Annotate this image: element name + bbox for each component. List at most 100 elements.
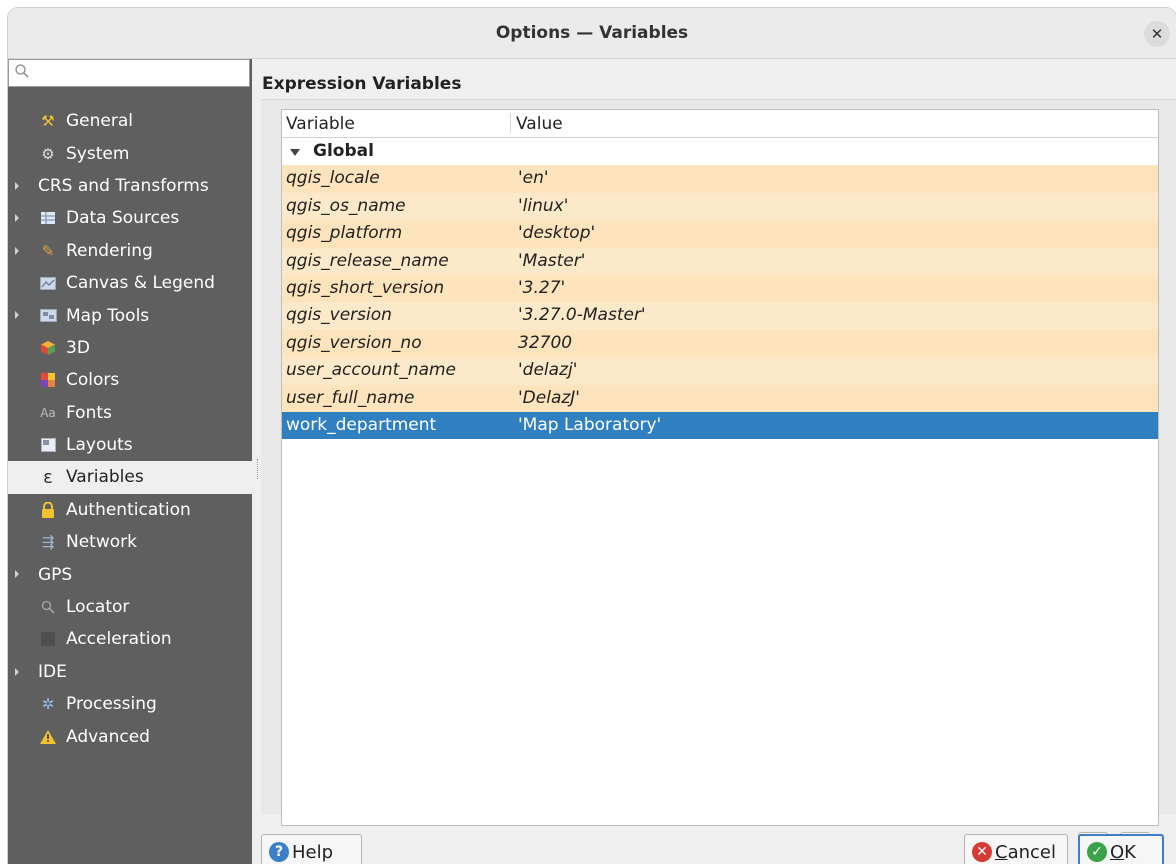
sidebar-item-label: Processing bbox=[66, 694, 157, 715]
sidebar-item-label: IDE bbox=[38, 661, 67, 682]
sidebar-item-data-sources[interactable]: Data Sources bbox=[8, 202, 252, 234]
table-row[interactable]: qgis_version '3.27.0-Master' bbox=[282, 302, 1158, 330]
map-tools-icon bbox=[38, 307, 58, 325]
table-row[interactable]: qgis_version_no 32700 bbox=[282, 329, 1158, 358]
variable-cell: user_account_name bbox=[286, 360, 457, 381]
sidebar-item-crs-and-transforms[interactable]: CRS and Transforms bbox=[8, 170, 252, 202]
cancel-icon: ✕ bbox=[972, 842, 992, 862]
variable-cell: qgis_os_name bbox=[286, 195, 406, 216]
search-icon bbox=[15, 64, 29, 78]
table-row[interactable]: qgis_locale 'en' bbox=[282, 165, 1158, 193]
sidebar-item-general[interactable]: ⚒ General bbox=[8, 105, 252, 137]
sidebar-item-acceleration[interactable]: Acceleration bbox=[8, 623, 252, 655]
variable-cell: qgis_release_name bbox=[286, 250, 449, 271]
sidebar-item-layouts[interactable]: Layouts bbox=[8, 429, 252, 461]
sidebar-item-label: CRS and Transforms bbox=[38, 175, 209, 196]
sidebar-item-label: System bbox=[66, 143, 130, 164]
group-row-global[interactable]: Global bbox=[282, 138, 1158, 166]
options-dialog: Options — Variables ✕ ⚒ General ⚙ System… bbox=[8, 8, 1176, 864]
column-header-variable[interactable]: Variable bbox=[286, 114, 355, 134]
cancel-button[interactable]: ✕ Cancel bbox=[964, 834, 1068, 864]
value-cell: '3.27' bbox=[518, 277, 566, 298]
variables-table: Variable Value Global qgis_locale 'en' q… bbox=[281, 109, 1159, 826]
check-icon: ✓ bbox=[1087, 842, 1107, 862]
variable-cell: user_full_name bbox=[286, 387, 415, 408]
sidebar-item-canvas-legend[interactable]: Canvas & Legend bbox=[8, 267, 252, 299]
sidebar-item-rendering[interactable]: ✎ Rendering bbox=[8, 235, 252, 267]
expand-arrow-icon[interactable] bbox=[15, 181, 19, 190]
ok-button[interactable]: ✓ OK bbox=[1078, 834, 1164, 864]
sidebar-item-authentication[interactable]: Authentication bbox=[8, 494, 252, 526]
variable-cell: qgis_locale bbox=[286, 168, 380, 189]
table-row-selected[interactable]: work_department 'Map Laboratory' bbox=[282, 411, 1158, 440]
expand-arrow-icon[interactable] bbox=[15, 311, 19, 320]
variable-cell: qgis_platform bbox=[286, 223, 403, 244]
table-row[interactable]: qgis_platform 'desktop' bbox=[282, 220, 1158, 248]
network-icon: ⇶ bbox=[41, 533, 55, 552]
sidebar-item-colors[interactable]: Colors bbox=[8, 364, 252, 396]
table-row[interactable]: user_account_name 'delazj' bbox=[282, 357, 1158, 385]
sidebar-item-label: Map Tools bbox=[66, 305, 150, 326]
title-bar: Options — Variables ✕ bbox=[8, 8, 1176, 59]
variable-cell: qgis_short_version bbox=[286, 277, 445, 298]
close-button[interactable]: ✕ bbox=[1144, 21, 1170, 47]
table-row[interactable]: qgis_short_version '3.27' bbox=[282, 274, 1158, 303]
fonts-icon: Aa bbox=[40, 405, 56, 420]
value-cell: 'DelazJ' bbox=[518, 387, 580, 408]
warning-icon bbox=[38, 728, 58, 746]
sidebar-item-label: Locator bbox=[66, 597, 130, 618]
cancel-mnemonic: C bbox=[995, 841, 1008, 863]
acceleration-icon bbox=[38, 630, 58, 648]
sidebar-item-gps[interactable]: GPS bbox=[8, 558, 252, 590]
sidebar-item-variables[interactable]: ε Variables bbox=[8, 461, 252, 494]
column-header-value[interactable]: Value bbox=[516, 114, 563, 134]
column-separator[interactable] bbox=[510, 113, 511, 133]
table-row[interactable]: qgis_release_name 'Master' bbox=[282, 247, 1158, 275]
locator-icon bbox=[38, 598, 58, 616]
sidebar-item-system[interactable]: ⚙ System bbox=[8, 137, 252, 169]
sidebar-item-ide[interactable]: IDE bbox=[8, 656, 252, 688]
sidebar-item-label: Canvas & Legend bbox=[66, 273, 215, 294]
canvas-legend-icon bbox=[38, 274, 58, 292]
variable-cell: qgis_version_no bbox=[286, 332, 422, 353]
sidebar-item-label: Variables bbox=[66, 467, 144, 488]
collapse-arrow-icon[interactable] bbox=[290, 149, 300, 156]
sidebar-item-advanced[interactable]: Advanced bbox=[8, 720, 252, 752]
variables-group: Variable Value Global qgis_locale 'en' q… bbox=[261, 99, 1176, 860]
value-cell: '3.27.0-Master' bbox=[518, 305, 646, 326]
lock-icon bbox=[38, 501, 58, 519]
value-cell: 'Map Laboratory' bbox=[518, 414, 662, 435]
sidebar-item-label: Rendering bbox=[66, 240, 153, 261]
colors-icon bbox=[38, 371, 58, 389]
ok-mnemonic: O bbox=[1110, 841, 1125, 863]
sidebar-item-locator[interactable]: Locator bbox=[8, 591, 252, 623]
help-icon: ? bbox=[269, 842, 289, 862]
value-cell: 'desktop' bbox=[518, 223, 596, 244]
table-row[interactable]: user_full_name 'DelazJ' bbox=[282, 384, 1158, 412]
expand-arrow-icon[interactable] bbox=[15, 570, 19, 579]
sidebar-item-label: Network bbox=[66, 532, 137, 553]
sidebar-item-processing[interactable]: ✲ Processing bbox=[8, 688, 252, 720]
sidebar-item-3d[interactable]: 3D bbox=[8, 332, 252, 364]
value-cell: 'Master' bbox=[518, 250, 586, 271]
sidebar-item-fonts[interactable]: Aa Fonts bbox=[8, 397, 252, 429]
value-cell: 32700 bbox=[518, 332, 573, 353]
value-cell: 'delazj' bbox=[518, 360, 578, 381]
table-row[interactable]: qgis_os_name 'linux' bbox=[282, 192, 1158, 221]
sidebar-item-network[interactable]: ⇶ Network bbox=[8, 526, 252, 558]
sidebar-item-label: GPS bbox=[38, 564, 73, 585]
cancel-button-label: ancel bbox=[1007, 841, 1056, 863]
processing-icon: ✲ bbox=[41, 695, 55, 714]
ok-button-label: K bbox=[1124, 841, 1136, 863]
search-input[interactable] bbox=[8, 59, 250, 87]
close-icon: ✕ bbox=[1150, 25, 1164, 43]
expand-arrow-icon[interactable] bbox=[15, 667, 19, 676]
expand-arrow-icon[interactable] bbox=[15, 214, 19, 223]
expand-arrow-icon[interactable] bbox=[15, 246, 19, 255]
sidebar-item-label: Layouts bbox=[66, 435, 133, 456]
section-title: Expression Variables bbox=[262, 74, 462, 94]
sidebar-item-map-tools[interactable]: Map Tools bbox=[8, 299, 252, 331]
sidebar-item-label: Data Sources bbox=[66, 208, 180, 229]
value-cell: 'linux' bbox=[518, 195, 569, 216]
help-button[interactable]: ? Help bbox=[261, 834, 362, 864]
